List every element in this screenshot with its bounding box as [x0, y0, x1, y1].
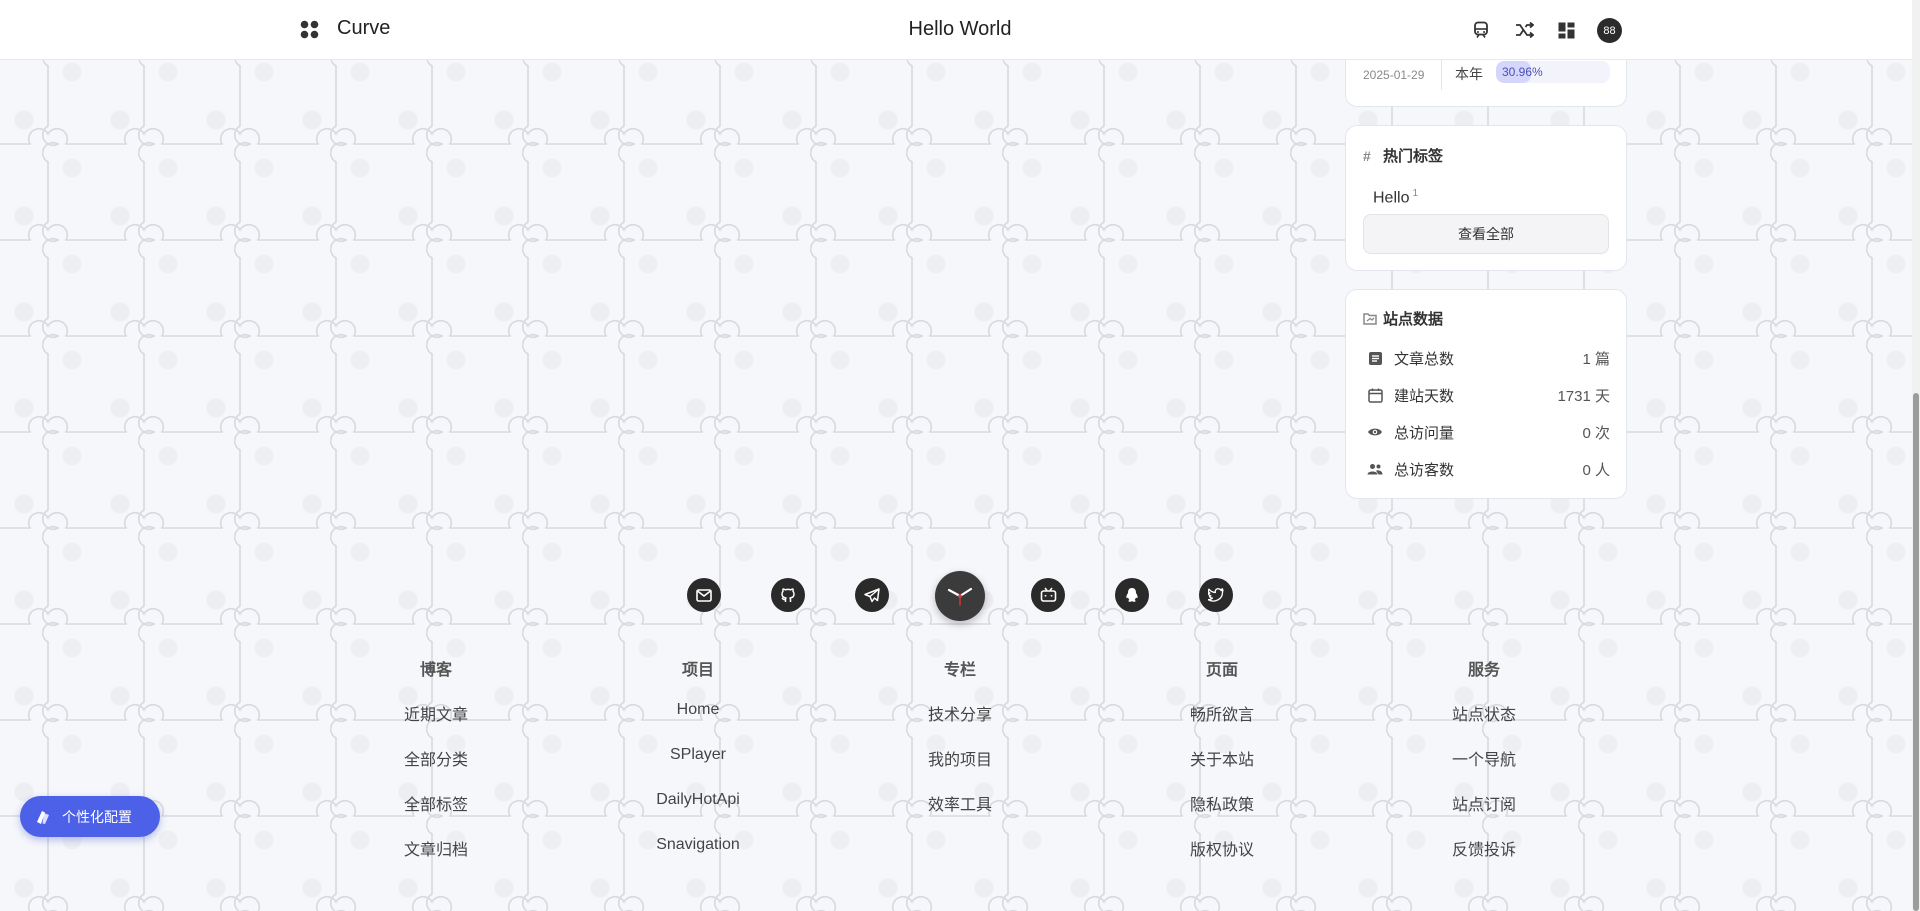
footer-column-blog: 博客 近期文章 全部分类 全部标签 文章归档 [356, 656, 516, 881]
bilibili-icon[interactable] [1031, 578, 1065, 612]
footer-link[interactable]: 近期文章 [356, 701, 516, 727]
tag-name: Hello [1373, 189, 1410, 207]
footer-link[interactable]: 站点状态 [1404, 701, 1564, 727]
footer-link[interactable]: 站点订阅 [1404, 791, 1564, 817]
visitors-icon [1366, 460, 1384, 478]
footer-link[interactable]: 文章归档 [356, 836, 516, 862]
footer-column-title: 服务 [1467, 662, 1500, 679]
footer-link[interactable]: 全部分类 [356, 746, 516, 772]
footer-link[interactable]: 全部标签 [356, 791, 516, 817]
footer-link[interactable]: SPlayer [618, 746, 778, 772]
footer-column-title: 专栏 [943, 662, 976, 679]
calendar-icon [1366, 386, 1384, 404]
year-progress-text: 30.96% [1502, 65, 1543, 79]
chart-folder-icon [1363, 312, 1377, 325]
site-stats-card: 站点数据 文章总数 1 篇 建站天数 1731 天 总访问量 0 次 总访客数 … [1345, 289, 1627, 499]
menu-grid-icon[interactable] [300, 20, 319, 39]
view-all-tags-button[interactable]: 查看全部 [1363, 214, 1609, 254]
stat-value: 0 人 [1582, 461, 1610, 479]
stat-label: 总访问量 [1394, 424, 1455, 442]
footer-link[interactable]: 效率工具 [880, 791, 1040, 817]
stat-label: 文章总数 [1394, 350, 1455, 368]
footer-column-title: 项目 [681, 662, 714, 679]
site-stats-title: 站点数据 [1363, 308, 1443, 329]
stat-label: 建站天数 [1394, 387, 1455, 405]
footer-column-title: 博客 [419, 662, 452, 679]
telegram-icon[interactable] [855, 578, 889, 612]
site-brand[interactable]: Curve [337, 17, 390, 40]
email-icon[interactable] [687, 578, 721, 612]
footer-link[interactable]: 隐私政策 [1142, 791, 1302, 817]
footer-column-pages: 页面 畅所欲言 关于本站 隐私政策 版权协议 [1142, 656, 1302, 881]
dashboard-icon[interactable] [1554, 18, 1578, 42]
site-stats-title-text: 站点数据 [1383, 311, 1444, 328]
footer-column-services: 服务 站点状态 一个导航 站点订阅 反馈投诉 [1404, 656, 1564, 881]
tag-item[interactable]: Hello 1 [1373, 188, 1418, 207]
stat-value: 0 次 [1582, 424, 1610, 442]
footer-link[interactable]: 技术分享 [880, 701, 1040, 727]
footer-link[interactable]: Snavigation [618, 836, 778, 862]
page-title: Hello World [908, 18, 1012, 40]
footer-column-projects: 项目 Home SPlayer DailyHotApi Snavigation [618, 656, 778, 881]
stat-row-articles: 文章总数 1 篇 [1366, 346, 1610, 370]
footer-column-columns: 专栏 技术分享 我的项目 效率工具 [880, 656, 1040, 836]
clock-icon [935, 571, 985, 621]
year-label: 本年 [1455, 66, 1483, 82]
footer-link[interactable]: 版权协议 [1142, 836, 1302, 862]
footer-link[interactable]: Home [618, 701, 778, 727]
hot-tags-card: # 热门标签 Hello 1 查看全部 [1345, 125, 1627, 271]
scrollbar-thumb[interactable] [1913, 393, 1919, 911]
personalize-button[interactable]: 个性化配置 [20, 796, 160, 837]
twitter-icon[interactable] [1199, 578, 1233, 612]
tag-count: 1 [1412, 188, 1419, 199]
top-navbar: Curve Hello World 88 [0, 0, 1920, 60]
palette-icon [34, 808, 52, 826]
year-progress-bar: 30.96% [1496, 61, 1610, 83]
footer-link[interactable]: 一个导航 [1404, 746, 1564, 772]
footer-link[interactable]: 畅所欲言 [1142, 701, 1302, 727]
qq-icon[interactable] [1115, 578, 1149, 612]
footer-link[interactable]: DailyHotApi [618, 791, 778, 817]
stat-value: 1 篇 [1582, 350, 1610, 368]
footer-link[interactable]: 我的项目 [880, 746, 1040, 772]
footer-link[interactable]: 反馈投诉 [1404, 836, 1564, 862]
stat-label: 总访客数 [1394, 461, 1455, 479]
hot-tags-title-text: 热门标签 [1383, 148, 1444, 165]
eye-icon [1366, 423, 1384, 441]
shuffle-icon[interactable] [1512, 18, 1536, 42]
github-icon[interactable] [771, 578, 805, 612]
subway-icon[interactable] [1469, 18, 1493, 42]
divider [1441, 60, 1442, 90]
stat-row-visitors: 总访客数 0 人 [1366, 457, 1610, 481]
stat-value: 1731 天 [1557, 387, 1610, 405]
personalize-label: 个性化配置 [62, 808, 132, 825]
article-icon [1366, 349, 1384, 367]
footer-link[interactable]: 关于本站 [1142, 746, 1302, 772]
stat-row-visits: 总访问量 0 次 [1366, 420, 1610, 444]
current-date: 2025-01-29 [1363, 68, 1425, 82]
footer-column-title: 页面 [1205, 662, 1238, 679]
hot-tags-title: # 热门标签 [1363, 145, 1443, 166]
stat-row-days: 建站天数 1731 天 [1366, 383, 1610, 407]
avatar[interactable]: 88 [1597, 18, 1622, 43]
hash-icon: # [1363, 147, 1371, 164]
